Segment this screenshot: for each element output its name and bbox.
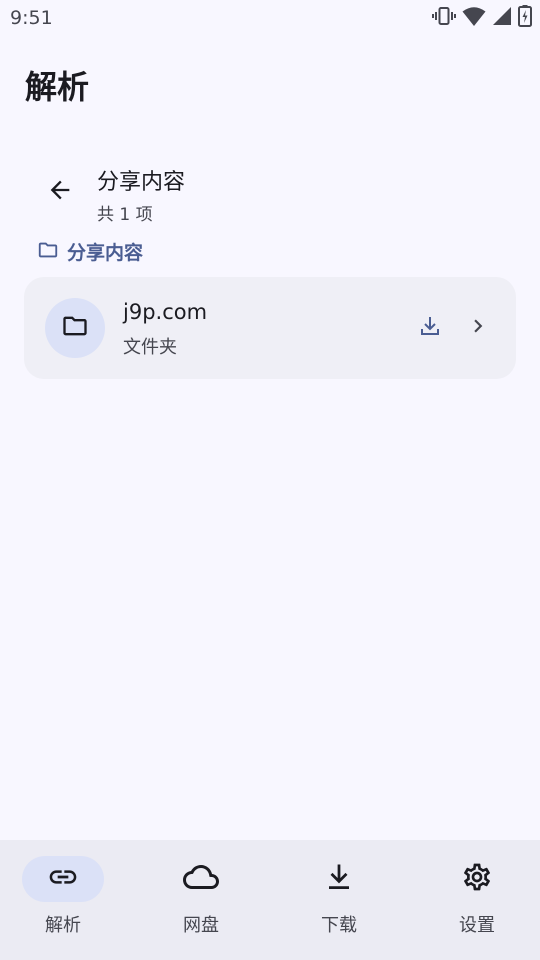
chevron-right-icon (465, 313, 491, 343)
nav-item-parse[interactable]: 解析 (13, 856, 113, 948)
nav-label-parse: 解析 (45, 915, 81, 936)
download-button[interactable] (416, 314, 444, 342)
nav-icon-container (436, 856, 518, 902)
nav-item-cloud-drive[interactable]: 网盘 (151, 856, 251, 948)
page-title: 解析 (25, 68, 90, 106)
file-list-item[interactable]: j9p.com 文件夹 (24, 277, 516, 379)
breadcrumb-label: 分享内容 (67, 242, 144, 264)
vibrate-icon (432, 4, 456, 32)
file-name: j9p.com (123, 300, 208, 324)
status-bar: 9:51 (0, 0, 540, 36)
link-icon (47, 861, 79, 897)
back-button[interactable] (40, 172, 80, 212)
nav-active-indicator (22, 856, 104, 902)
status-icons (432, 4, 532, 32)
breadcrumb[interactable]: 分享内容 (37, 238, 143, 265)
nav-icon-container (298, 856, 380, 902)
nav-label-settings: 设置 (459, 915, 495, 936)
item-count: 共 1 项 (97, 205, 153, 225)
wifi-icon (462, 5, 486, 31)
arrow-left-icon (46, 176, 74, 208)
battery-charging-icon (518, 5, 532, 31)
nav-icon-container (160, 856, 242, 902)
folder-icon (61, 312, 89, 344)
download-icon (418, 314, 442, 342)
nav-item-downloads[interactable]: 下载 (289, 856, 389, 948)
folder-icon (37, 239, 59, 265)
nav-label-cloud-drive: 网盘 (183, 915, 219, 936)
nav-label-downloads: 下载 (321, 915, 357, 936)
share-content-title: 分享内容 (97, 170, 186, 195)
folder-avatar (45, 298, 105, 358)
open-folder-button[interactable] (464, 314, 492, 342)
download-icon (324, 862, 354, 896)
file-type: 文件夹 (123, 337, 177, 358)
cloud-icon (183, 859, 219, 899)
gear-icon (461, 861, 493, 897)
bottom-navigation: 解析 网盘 下载 设置 (0, 840, 540, 960)
nav-item-settings[interactable]: 设置 (427, 856, 527, 948)
cellular-signal-icon (492, 6, 512, 30)
status-time: 9:51 (10, 7, 53, 29)
